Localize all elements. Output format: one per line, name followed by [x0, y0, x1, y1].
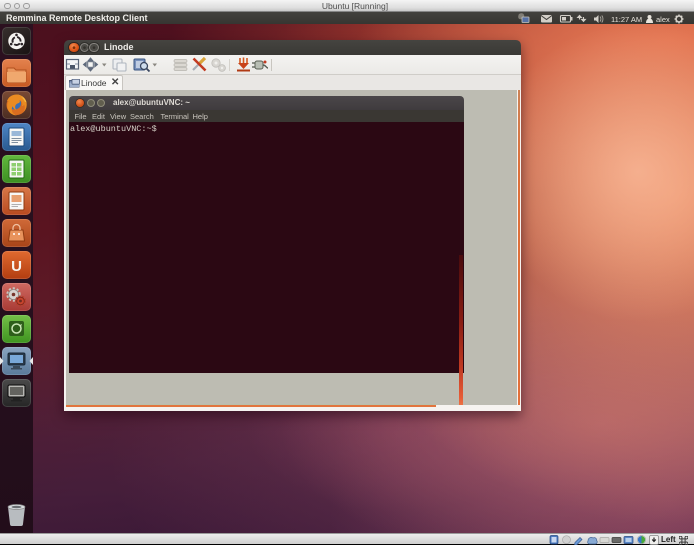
- svg-text:U: U: [11, 258, 22, 275]
